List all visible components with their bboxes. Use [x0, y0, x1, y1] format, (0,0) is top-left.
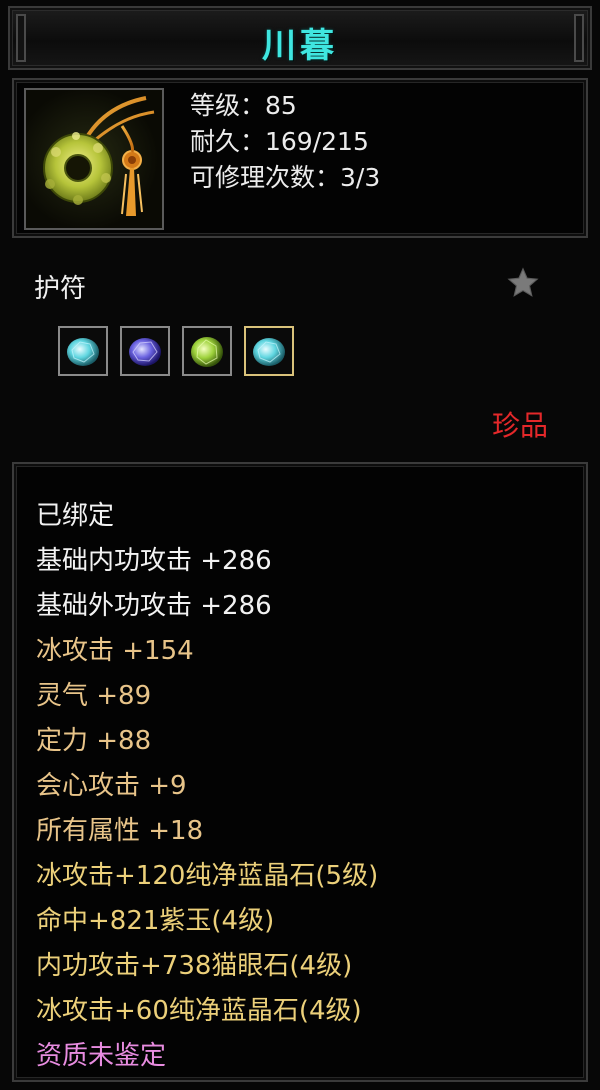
rarity-label: 珍品 [492, 409, 549, 442]
item-info-panel: 等级：85 耐久：169/215 可修理次数：3/3 [12, 78, 588, 238]
attribute-row: 冰攻击+120纯净蓝晶石(5级) [36, 861, 379, 891]
repair-count-stat: 可修理次数：3/3 [190, 163, 381, 192]
attribute-row: 所有属性 +18 [36, 816, 204, 846]
item-tooltip: 川暮 等级：85 耐久：169/215 可修理次数：3/3 护符 珍品 已绑定 … [0, 0, 600, 1090]
title-bar: 川暮 [8, 6, 592, 70]
gem-socket-4[interactable] [244, 326, 294, 376]
attributes-panel: 已绑定基础内功攻击 +286 基础外功攻击 +286 冰攻击 +154 灵气 +89 定… [12, 462, 588, 1082]
star-icon[interactable] [506, 266, 540, 300]
cat-eye-gem-icon [191, 337, 223, 367]
level-stat: 等级：85 [190, 91, 297, 120]
attribute-row: 基础外功攻击 +286 [36, 591, 272, 621]
attribute-row: 灵气 +89 [36, 681, 152, 711]
item-name: 川暮 [262, 26, 338, 66]
attribute-row: 命中+821紫玉(4级) [36, 906, 275, 936]
attribute-row: 内功攻击+738猫眼石(4级) [36, 951, 353, 981]
attributes-list: 已绑定基础内功攻击 +286 基础外功攻击 +286 冰攻击 +154 灵气 +89 定… [36, 494, 378, 1079]
purple-jade-gem-icon [129, 338, 161, 366]
gem-socket-3[interactable] [182, 326, 232, 376]
blue-crystal-gem-icon [67, 338, 99, 366]
gem-socket-1[interactable] [58, 326, 108, 376]
gem-socket-2[interactable] [120, 326, 170, 376]
item-image-frame [24, 88, 164, 230]
blue-crystal-gem-icon [253, 338, 285, 366]
attribute-row: 冰攻击 +154 [36, 636, 194, 666]
durability-stat: 耐久：169/215 [190, 127, 369, 156]
jade-ring-amulet-icon [43, 96, 155, 216]
attribute-row: 会心攻击 +9 [36, 771, 187, 801]
attribute-row: 冰攻击+60纯净蓝晶石(4级) [36, 996, 362, 1026]
attribute-row: 基础内功攻击 +286 [36, 546, 272, 576]
attribute-row: 已绑定 [36, 501, 115, 531]
item-category: 护符 [34, 274, 87, 304]
attribute-row: 资质未鉴定 [36, 1041, 167, 1071]
title-bar-right-cap [574, 14, 584, 62]
item-stats: 等级：85 耐久：169/215 可修理次数：3/3 [190, 88, 380, 196]
attribute-row: 定力 +88 [36, 726, 152, 756]
